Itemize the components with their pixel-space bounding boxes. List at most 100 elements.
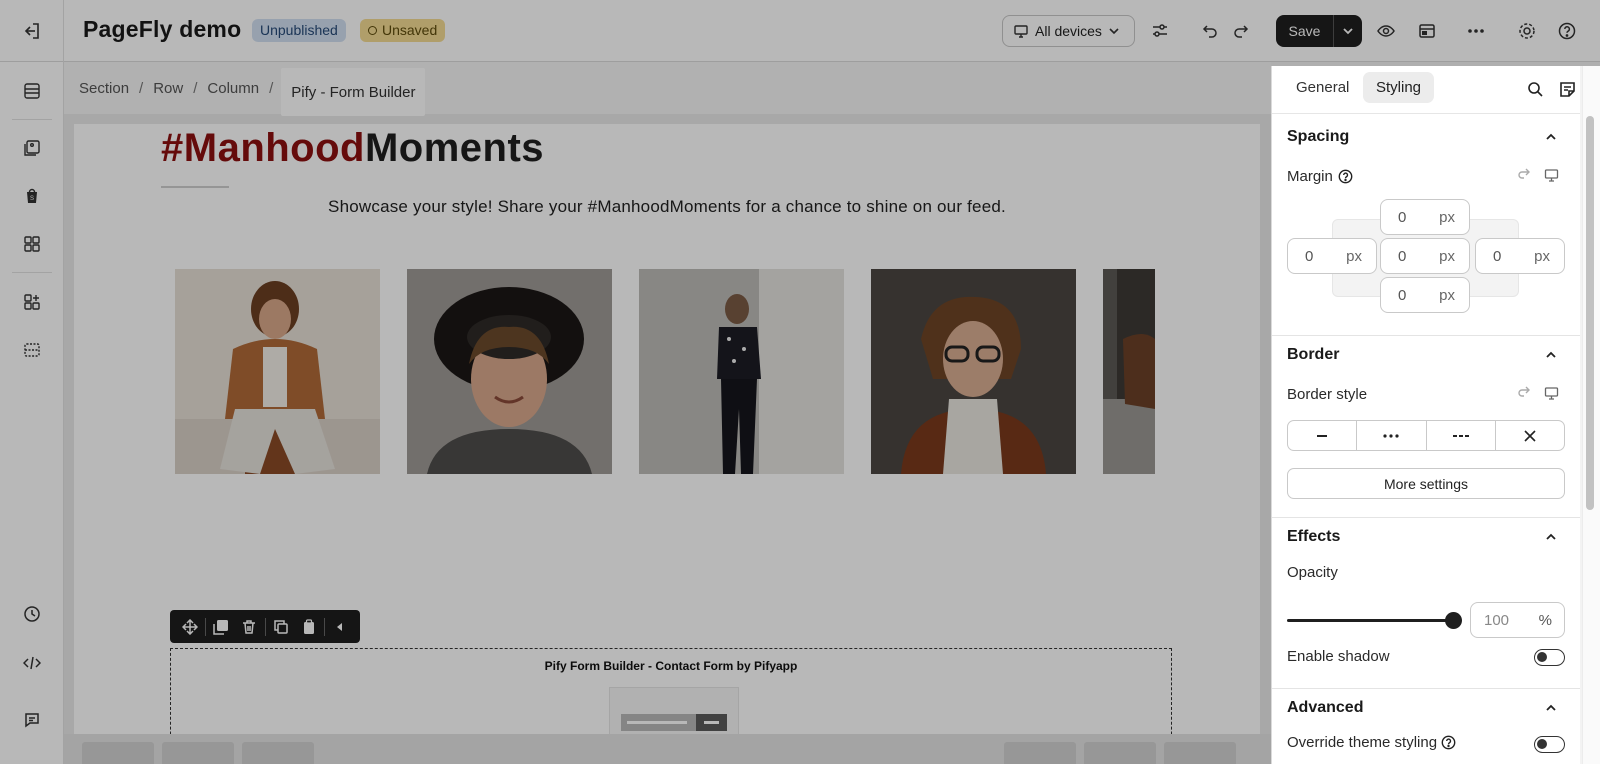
redo-button[interactable]	[1227, 17, 1255, 45]
save-button[interactable]: Save	[1276, 15, 1334, 47]
breadcrumb-current[interactable]: Pify - Form Builder	[281, 68, 426, 116]
editor-canvas[interactable]: Section / Row / Column / Pify - Form Bui…	[64, 62, 1271, 764]
sliders-icon	[1153, 24, 1167, 37]
panel-notes-button[interactable]	[1556, 78, 1578, 100]
eye-icon	[1377, 25, 1395, 37]
sidebar-item-code[interactable]	[20, 651, 44, 675]
sidebar-item-add-elements[interactable]	[20, 290, 44, 314]
settings-sliders-button[interactable]	[1146, 17, 1174, 45]
border-device-button[interactable]	[1540, 382, 1562, 404]
layers-icon	[24, 343, 40, 357]
more-button[interactable]	[1462, 17, 1490, 45]
sidebar-item-media[interactable]	[20, 136, 44, 160]
exit-button[interactable]	[0, 0, 64, 62]
chevron-up-icon[interactable]	[1544, 530, 1558, 544]
shopping-bag-icon: S	[27, 188, 37, 203]
override-theme-toggle[interactable]	[1534, 736, 1565, 753]
layout-button[interactable]	[1413, 17, 1441, 45]
more-horizontal-icon	[1468, 29, 1484, 33]
border-dashed-option[interactable]	[1427, 421, 1496, 450]
margin-right-input[interactable]: 0 px	[1475, 238, 1565, 274]
advanced-section-title[interactable]: Advanced	[1287, 699, 1363, 717]
headline-hashtag: #Manhood	[161, 126, 365, 170]
margin-top-input[interactable]: 0 px	[1380, 199, 1470, 235]
opacity-input[interactable]: 100%	[1470, 602, 1565, 638]
tab-general[interactable]: General	[1283, 72, 1362, 103]
delete-button[interactable]	[235, 610, 263, 643]
border-section-title[interactable]: Border	[1287, 346, 1339, 364]
enable-shadow-label: Enable shadow	[1287, 648, 1390, 665]
close-icon	[1524, 429, 1536, 442]
panel-scrollbar[interactable]	[1586, 116, 1594, 510]
sidebar-item-shopify[interactable]: S	[20, 184, 44, 208]
photo-gallery[interactable]	[175, 269, 1155, 474]
gallery-photo[interactable]	[639, 269, 844, 474]
breadcrumb: Section / Row / Column / Pify - Form Bui…	[64, 62, 1271, 116]
duplicate-button[interactable]	[207, 610, 235, 643]
clock-icon	[24, 606, 40, 622]
opacity-slider-track[interactable]	[1287, 619, 1452, 622]
layout-icon	[1419, 24, 1435, 38]
copy-button[interactable]	[266, 610, 294, 643]
subtitle[interactable]: Showcase your style! Share your #Manhood…	[74, 197, 1260, 217]
gear-icon	[1519, 23, 1535, 39]
padding-input[interactable]: 0 px	[1380, 238, 1470, 274]
sidebar-divider	[12, 119, 52, 120]
margin-bottom-input[interactable]: 0 px	[1380, 277, 1470, 313]
sidebar-item-elements[interactable]	[20, 232, 44, 256]
reset-border-button[interactable]	[1513, 382, 1535, 404]
exit-icon	[24, 23, 39, 39]
collapse-toolbar-button[interactable]	[326, 610, 354, 643]
headline-rest: Moments	[364, 126, 545, 170]
help-button[interactable]	[1553, 17, 1581, 45]
canvas-footer	[64, 734, 1271, 764]
device-selector[interactable]: All devices	[1002, 15, 1135, 47]
chevron-up-icon[interactable]	[1544, 130, 1558, 144]
gallery-photo[interactable]	[1103, 269, 1155, 474]
sidebar-item-sections[interactable]	[20, 79, 44, 103]
status-badge-unsaved: Unsaved	[360, 19, 446, 42]
chevron-down-icon	[1109, 28, 1119, 35]
move-icon	[182, 618, 199, 635]
border-solid-option[interactable]	[1288, 421, 1358, 450]
gallery-photo[interactable]	[871, 269, 1076, 474]
headline-divider	[161, 186, 229, 188]
border-dotted-option[interactable]	[1357, 421, 1427, 450]
tab-styling[interactable]: Styling	[1363, 72, 1435, 103]
opacity-slider-handle[interactable]	[1445, 612, 1462, 629]
effects-section-title[interactable]: Effects	[1287, 528, 1340, 546]
sidebar-item-layers[interactable]	[20, 338, 44, 362]
enable-shadow-toggle[interactable]	[1534, 649, 1565, 666]
breadcrumb-section[interactable]: Section	[79, 80, 129, 97]
breadcrumb-row[interactable]: Row	[153, 80, 183, 97]
sidebar-item-chat[interactable]	[20, 708, 44, 732]
device-selector-label: All devices	[1035, 23, 1102, 39]
chevron-up-icon[interactable]	[1544, 701, 1558, 715]
margin-left-input[interactable]: 0 px	[1287, 238, 1377, 274]
save-options-button[interactable]	[1334, 15, 1362, 47]
more-settings-button[interactable]: More settings	[1287, 468, 1565, 499]
undo-button[interactable]	[1196, 17, 1224, 45]
panel-search-button[interactable]	[1524, 78, 1546, 100]
preview-button[interactable]	[1372, 17, 1400, 45]
move-button[interactable]	[176, 610, 204, 643]
photo-image	[175, 269, 380, 474]
chevron-up-icon[interactable]	[1544, 348, 1558, 362]
reset-icon	[1517, 168, 1530, 179]
gallery-photo[interactable]	[175, 269, 380, 474]
breadcrumb-column[interactable]: Column	[207, 80, 259, 97]
margin-device-button[interactable]	[1540, 164, 1562, 186]
sidebar-item-history[interactable]	[20, 602, 44, 626]
paste-button[interactable]	[295, 610, 323, 643]
reset-margin-button[interactable]	[1513, 164, 1535, 186]
page-settings-button[interactable]	[1513, 17, 1541, 45]
help-icon[interactable]	[1441, 735, 1456, 750]
border-style-selector	[1287, 420, 1565, 451]
code-icon	[23, 656, 41, 670]
border-none-option[interactable]	[1496, 421, 1564, 450]
headline[interactable]: #ManhoodMoments	[161, 126, 544, 171]
help-icon[interactable]	[1338, 169, 1353, 184]
gallery-photo[interactable]	[407, 269, 612, 474]
spacing-section-title[interactable]: Spacing	[1287, 128, 1349, 146]
desktop-icon	[1544, 168, 1558, 182]
